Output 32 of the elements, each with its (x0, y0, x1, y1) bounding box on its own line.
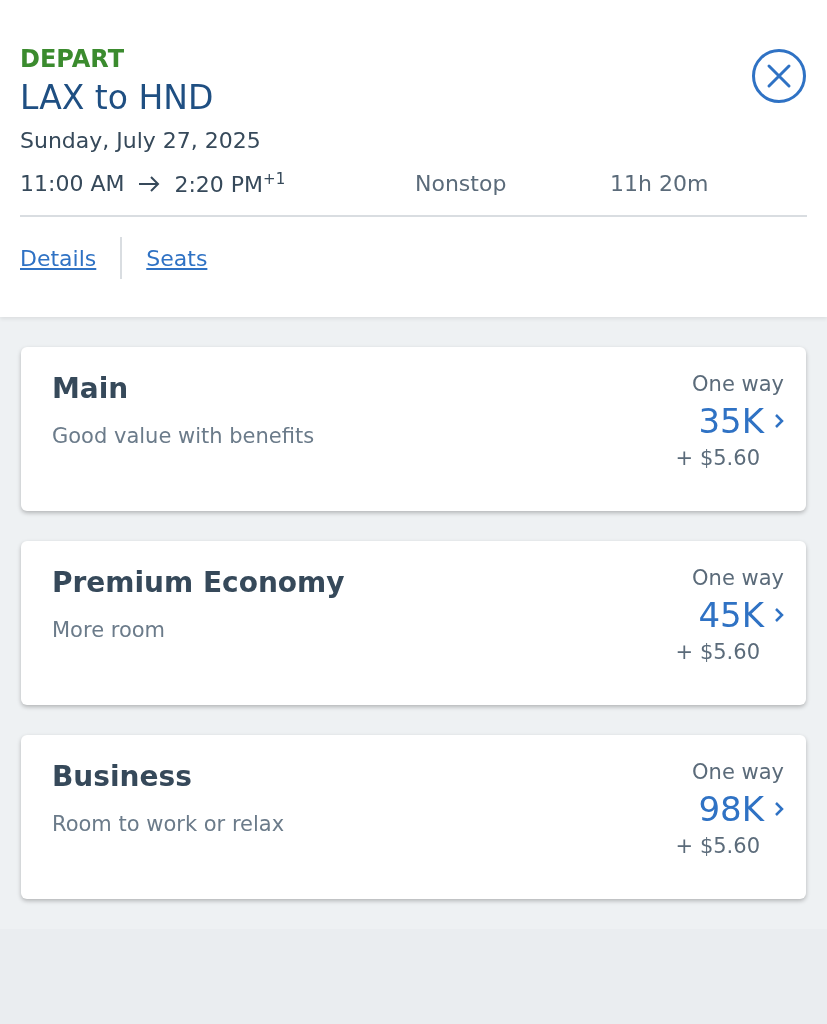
miles-price: 98K (698, 788, 764, 832)
arrow-icon (138, 175, 161, 192)
trip-type: One way (692, 565, 784, 593)
route-title: LAX to HND (20, 77, 215, 119)
fare-card[interactable]: Business Room to work or relax One way 98K + $5.60 (21, 735, 806, 900)
chevron-icon (774, 413, 784, 430)
header-link[interactable]: Seats (146, 245, 208, 271)
chevron-icon (774, 801, 784, 818)
stops-text: Nonstop (415, 171, 508, 197)
cabin-name: Premium Economy (52, 565, 345, 602)
duration-text: 11h 20m (610, 171, 709, 197)
fare-card[interactable]: Main Good value with benefits One way 35K + $5.60 (21, 347, 806, 512)
fare-card[interactable]: Premium Economy More room One way 45K + $5.60 (21, 541, 806, 706)
cabin-name: Business (52, 759, 193, 796)
flight-date: Sunday, July 27, 2025 (20, 127, 261, 155)
close-icon[interactable] (751, 48, 807, 104)
departure-time: 11:00 AM (20, 171, 125, 197)
cabin-description: More room (52, 617, 167, 645)
cabin-name: Main (52, 371, 130, 408)
trip-type: One way (692, 759, 784, 787)
fees-amount: + $5.60 (675, 445, 760, 473)
fees-amount: + $5.60 (675, 833, 760, 861)
miles-price: 35K (698, 400, 764, 444)
arrival-time: 2:20 PM$^{+1}$ (174, 170, 286, 198)
trip-type: One way (692, 371, 784, 399)
cabin-description: Room to work or relax (52, 811, 285, 839)
chevron-icon (774, 607, 784, 624)
cabin-description: Good value with benefits (52, 423, 315, 451)
header-link[interactable]: Details (20, 245, 97, 271)
miles-price: 45K (698, 594, 764, 638)
fees-amount: + $5.60 (675, 639, 760, 667)
direction-label: DEPART (20, 44, 126, 74)
